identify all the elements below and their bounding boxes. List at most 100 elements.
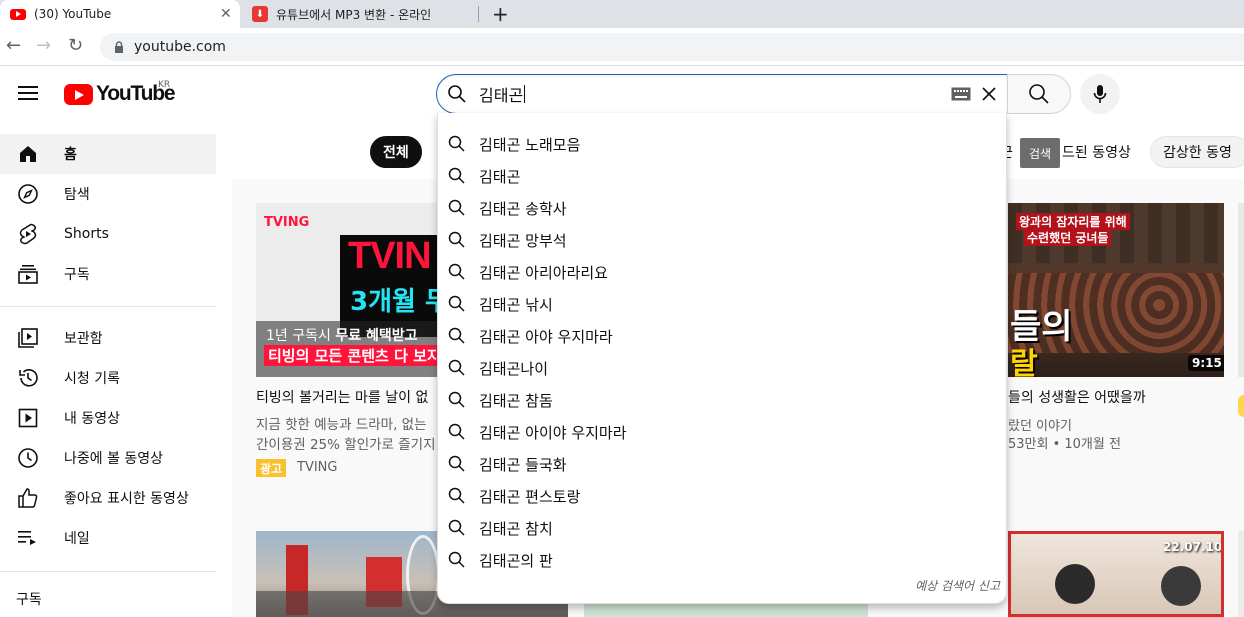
thumbnail-person [1161,566,1201,606]
thumbnail-person [1055,564,1095,604]
like-icon [16,486,40,510]
clear-search-icon[interactable] [981,86,997,102]
suggestion-item[interactable]: 김태곤 참돔 [438,384,1008,416]
search-icon [448,199,465,216]
suggestion-item[interactable]: 김태곤나이 [438,352,1008,384]
suggestion-item[interactable]: 김태곤 아리아라리요 [438,256,1008,288]
sidebar-item-explore[interactable]: 탐색 [0,174,216,214]
sidebar-item-watch-later[interactable]: 나중에 볼 동영상 [0,438,216,478]
search-suggestions-dropdown: 김태곤 노래모음김태곤김태곤 송학사김태곤 망부석김태곤 아리아라리요김태곤 낚… [437,113,1007,604]
address-bar[interactable]: youtube.com [100,33,1244,61]
suggestion-item[interactable]: 김태곤 망부석 [438,224,1008,256]
chip-recently-uploaded[interactable]: 드된 동영상 [1062,136,1131,168]
sidebar-item-subscriptions[interactable]: 구독 [0,254,216,294]
tving-small-logo: TVING [264,215,310,230]
video-channel[interactable]: 랐던 이야기 [1008,415,1208,434]
playlist-icon [16,526,40,550]
ad-description-line2: 간이용권 25% 할인가로 즐기지 [256,437,436,453]
compass-icon [16,182,40,206]
sidebar-item-history[interactable]: 시청 기록 [0,358,216,398]
sidebar-item-label: 보관함 [64,331,103,347]
report-suggestions-link[interactable]: 예상 검색어 신고 [915,577,1000,594]
youtube-favicon-icon [10,8,26,20]
search-icon [448,167,465,184]
search-input[interactable]: 김태곤 [479,82,523,106]
sidebar-section-title: 구독 [16,592,42,608]
tab-youtube[interactable]: (30) YouTube ✕ [0,0,240,28]
suggestion-text: 김태곤 참치 [479,519,553,538]
history-icon [16,366,40,390]
keyboard-icon[interactable] [951,87,971,101]
back-icon[interactable]: ← [6,36,21,56]
suggestion-text: 김태곤 아리아라리요 [479,263,608,282]
suggestion-item[interactable]: 김태곤 [438,160,1008,192]
sidebar-item-label: 시청 기록 [64,371,120,387]
browser-toolbar: ← → ↻ youtube.com [0,28,1244,66]
ad-title[interactable]: 티빙의 볼거리는 마를 날이 없 [256,387,436,407]
tab-title: 유튜브에서 MP3 변환 - 온라인 [276,7,432,22]
library-icon [16,326,40,350]
suggestion-item[interactable]: 김태곤 송학사 [438,192,1008,224]
suggestion-text: 김태곤 아이야 우지마라 [479,423,627,442]
lock-icon [115,41,123,53]
my-videos-icon [16,406,40,430]
partial-thumbnail[interactable] [1238,531,1244,617]
browser-tab-bar: (30) YouTube ✕ ⬇ 유튜브에서 MP3 변환 - 온라인 + [0,0,1244,28]
sidebar-divider [0,306,216,307]
search-button[interactable] [1007,74,1071,114]
sidebar-item-my-videos[interactable]: 내 동영상 [0,398,216,438]
video-thumbnail[interactable]: 22.07.10 [1008,531,1224,617]
close-tab-icon[interactable]: ✕ [220,6,232,22]
sidebar-item-label: 홈 [64,147,77,163]
video-title[interactable]: 들의 성생활은 어땠을까 [1008,387,1208,407]
thumbnail-caption-line1: 왕과의 잠자리를 위해 [1016,213,1130,230]
sidebar-item-label: 내 동영상 [64,411,120,427]
video-thumbnail[interactable]: 왕과의 잠자리를 위해 수련했던 궁녀들 들의 랄 9:15 [1008,203,1224,377]
suggestion-item[interactable]: 김태곤 아야 우지마라 [438,320,1008,352]
ad-overlay-line1: 1년 구독시 무료 혜택받고 [266,325,417,345]
sidebar-item-label: Shorts [64,226,109,242]
sidebar-item-home[interactable]: 홈 [0,134,216,174]
ad-description-line1: 지금 핫한 예능과 드라마, 없는 [256,417,427,433]
search-icon [1029,84,1049,104]
new-tab-button[interactable]: + [492,2,509,26]
suggestion-text: 김태곤나이 [479,359,549,378]
ad-channel[interactable]: TVING [297,460,337,475]
search-icon [448,423,465,440]
sidebar-item-library[interactable]: 보관함 [0,318,216,358]
chip-watched[interactable]: 감상한 동영 [1150,136,1244,168]
suggestion-item[interactable]: 김태곤의 판 [438,544,1008,576]
partial-thumbnail[interactable] [1238,203,1244,377]
sidebar-item-shorts[interactable]: Shorts [0,214,216,254]
suggestion-item[interactable]: 김태곤 편스토랑 [438,480,1008,512]
video-duration: 9:15 [1188,355,1224,371]
search-icon [448,295,465,312]
sidebar-item-playlist[interactable]: 네일 [0,518,216,558]
search-input-container[interactable]: 김태곤 [436,74,1008,114]
menu-icon[interactable] [18,85,38,101]
suggestion-item[interactable]: 김태곤 참치 [438,512,1008,544]
tab-mp3-converter[interactable]: ⬇ 유튜브에서 MP3 변환 - 온라인 [242,0,478,28]
search-icon [448,487,465,504]
tab-divider [478,6,479,22]
suggestion-text: 김태곤 [479,167,521,186]
home-icon [16,142,40,166]
chip-all[interactable]: 전체 [370,136,422,168]
forward-icon[interactable]: → [36,36,51,56]
tab-title: (30) YouTube [34,7,112,21]
sidebar-item-liked-videos[interactable]: 좋아요 표시한 동영상 [0,478,216,518]
suggestion-item[interactable]: 김태곤 아이야 우지마라 [438,416,1008,448]
reload-icon[interactable]: ↻ [68,36,83,56]
suggestion-item[interactable]: 김태곤 노래모음 [438,128,1008,160]
voice-search-button[interactable] [1080,74,1120,114]
suggestion-item[interactable]: 김태곤 낚시 [438,288,1008,320]
sidebar-item-label: 나중에 볼 동영상 [64,451,164,467]
suggestion-text: 김태곤의 판 [479,551,553,570]
suggestion-text: 김태곤 송학사 [479,199,567,218]
search-icon [448,551,465,568]
suggestion-text: 김태곤 참돔 [479,391,553,410]
region-code: KR [158,80,171,90]
partial-avatar[interactable] [1238,395,1244,417]
search-icon [448,391,465,408]
suggestion-item[interactable]: 김태곤 들국화 [438,448,1008,480]
